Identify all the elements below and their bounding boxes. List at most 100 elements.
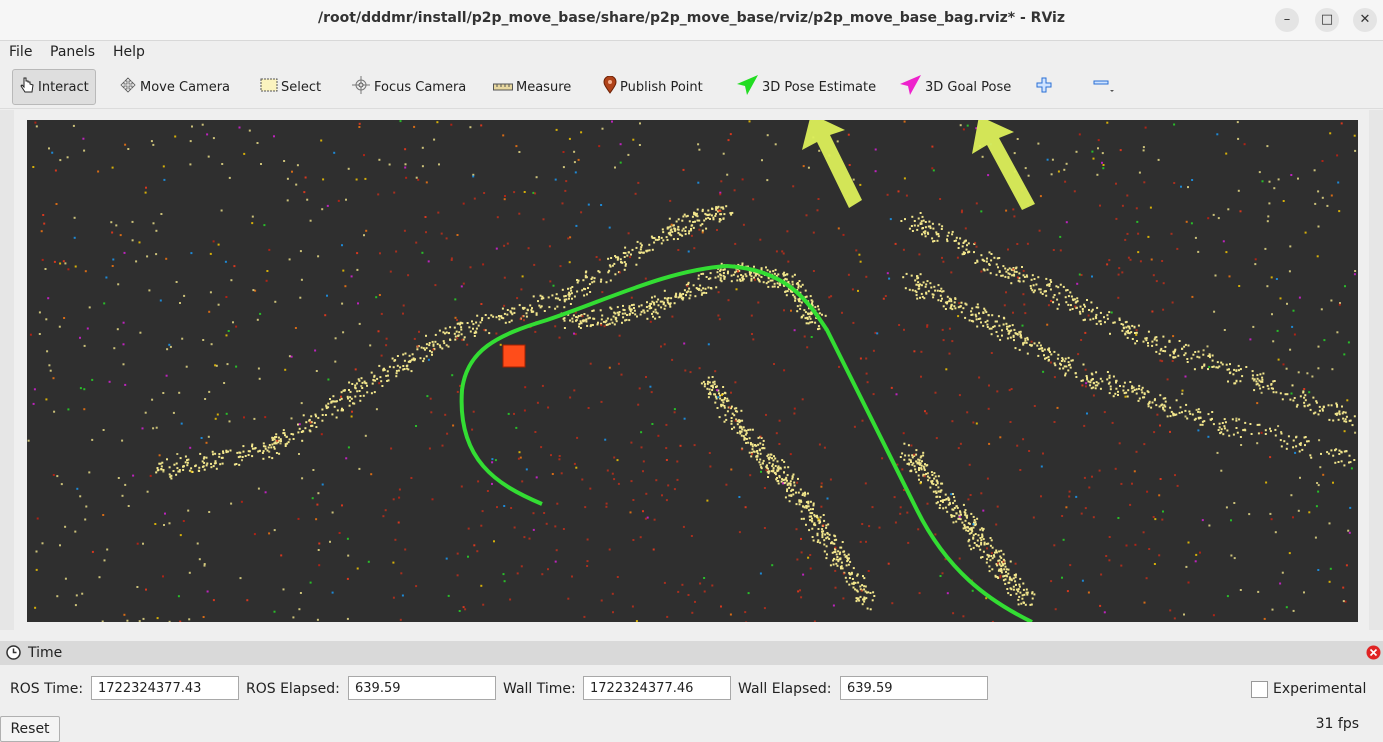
cloud-point bbox=[1309, 454, 1312, 457]
window-title: /root/dddmr/install/p2p_move_base/share/… bbox=[318, 10, 1065, 26]
cloud-point bbox=[817, 528, 820, 530]
cloud-point bbox=[807, 500, 810, 503]
cloud-point bbox=[1017, 279, 1020, 282]
cloud-point bbox=[1197, 350, 1200, 353]
cloud-point bbox=[1090, 301, 1093, 304]
interact-tool-button[interactable]: Interact bbox=[12, 69, 96, 105]
costmap-dot bbox=[890, 386, 893, 389]
costmap-dot bbox=[1138, 171, 1141, 174]
costmap-dot bbox=[105, 276, 108, 279]
minimize-button[interactable]: – bbox=[1275, 8, 1299, 32]
costmap-dot bbox=[389, 270, 392, 273]
cloud-point bbox=[1202, 353, 1205, 356]
cloud-point bbox=[936, 289, 939, 292]
experimental-checkbox[interactable] bbox=[1251, 681, 1268, 698]
costmap-dot bbox=[410, 477, 413, 479]
publish-point-tool-button[interactable]: Publish Point bbox=[603, 74, 703, 100]
cloud-point bbox=[767, 472, 770, 475]
cloud-point bbox=[751, 428, 754, 431]
cloud-point bbox=[927, 225, 930, 228]
costmap-dot bbox=[426, 395, 429, 398]
costmap-dot bbox=[820, 482, 823, 485]
ros-time-field[interactable]: 1722324377.43 bbox=[91, 676, 239, 700]
costmap-dot bbox=[635, 620, 638, 622]
cloud-point bbox=[378, 364, 381, 367]
cloud-point bbox=[787, 466, 790, 469]
measure-tool-button[interactable]: Measure bbox=[493, 74, 571, 100]
costmap-dot bbox=[207, 155, 210, 158]
cloud-point bbox=[758, 461, 761, 464]
costmap-dot bbox=[1297, 177, 1299, 180]
costmap-dot bbox=[787, 260, 790, 263]
focus-camera-tool-button[interactable]: Focus Camera bbox=[351, 74, 466, 100]
cloud-point bbox=[554, 297, 557, 300]
costmap-dot bbox=[142, 617, 145, 620]
costmap-dot bbox=[212, 599, 215, 602]
cloud-point bbox=[1131, 324, 1134, 327]
menu-help[interactable]: Help bbox=[113, 44, 145, 60]
cloud-point bbox=[1259, 373, 1262, 376]
cloud-point bbox=[928, 220, 931, 223]
cloud-point bbox=[805, 523, 807, 526]
cloud-point bbox=[430, 351, 433, 354]
cloud-point bbox=[790, 494, 793, 497]
cloud-point bbox=[861, 584, 864, 587]
3d-viewport[interactable] bbox=[27, 120, 1358, 622]
costmap-dot bbox=[1273, 187, 1276, 190]
cloud-point bbox=[155, 471, 158, 474]
menu-file[interactable]: File bbox=[9, 44, 32, 60]
cloud-point bbox=[615, 317, 618, 320]
costmap-dot bbox=[803, 335, 806, 338]
move-camera-tool-button[interactable]: Move Camera bbox=[119, 74, 230, 100]
costmap-dot bbox=[581, 478, 584, 481]
costmap-dot bbox=[56, 595, 59, 598]
cloud-point bbox=[752, 450, 755, 453]
cloud-point bbox=[348, 381, 351, 384]
costmap-dot bbox=[1270, 276, 1273, 279]
maximize-button[interactable]: □ bbox=[1315, 8, 1339, 32]
costmap-dot bbox=[273, 529, 276, 532]
cloud-point bbox=[742, 426, 745, 429]
cloud-point bbox=[799, 304, 802, 307]
costmap-dot bbox=[639, 536, 642, 539]
cloud-point bbox=[613, 323, 616, 326]
costmap-dot bbox=[154, 523, 157, 525]
ros-elapsed-field[interactable]: 639.59 bbox=[348, 676, 496, 700]
cloud-point bbox=[957, 306, 960, 309]
goal-pose-tool-button[interactable]: 3D Goal Pose bbox=[898, 74, 1011, 100]
add-tool-button[interactable] bbox=[1036, 74, 1052, 100]
left-dock-handle[interactable] bbox=[0, 110, 14, 630]
close-button[interactable]: ✕ bbox=[1353, 8, 1377, 32]
costmap-dot bbox=[884, 295, 887, 297]
remove-tool-button[interactable] bbox=[1093, 74, 1115, 100]
pose-estimate-tool-button[interactable]: 3D Pose Estimate bbox=[735, 74, 876, 100]
costmap-dot bbox=[1110, 311, 1113, 314]
close-panel-icon[interactable] bbox=[1366, 645, 1381, 664]
costmap-dot bbox=[828, 296, 831, 299]
wall-time-field[interactable]: 1722324377.46 bbox=[583, 676, 731, 700]
cloud-point bbox=[182, 469, 185, 471]
costmap-dot bbox=[1085, 382, 1088, 385]
select-tool-button[interactable]: Select bbox=[260, 74, 321, 100]
cloud-point bbox=[745, 438, 748, 440]
cloud-point bbox=[688, 230, 691, 233]
cloud-point bbox=[1012, 577, 1015, 580]
costmap-dot bbox=[847, 133, 850, 136]
costmap-dot bbox=[138, 620, 141, 622]
costmap-dot bbox=[783, 309, 785, 312]
point-cloud-scene bbox=[27, 120, 1357, 622]
costmap-dot bbox=[1119, 149, 1122, 152]
menu-panels[interactable]: Panels bbox=[50, 44, 95, 60]
cloud-point bbox=[1091, 308, 1094, 311]
costmap-dot bbox=[62, 260, 65, 263]
cloud-point bbox=[705, 217, 707, 220]
reset-button[interactable]: Reset bbox=[0, 716, 60, 742]
right-dock-handle[interactable] bbox=[1369, 110, 1383, 630]
costmap-dot bbox=[156, 617, 159, 620]
cloud-point bbox=[986, 553, 989, 556]
wall-elapsed-field[interactable]: 639.59 bbox=[840, 676, 988, 700]
cloud-point bbox=[235, 463, 238, 465]
costmap-dot bbox=[166, 348, 169, 351]
costmap-dot bbox=[532, 528, 535, 531]
costmap-dot bbox=[677, 249, 680, 251]
